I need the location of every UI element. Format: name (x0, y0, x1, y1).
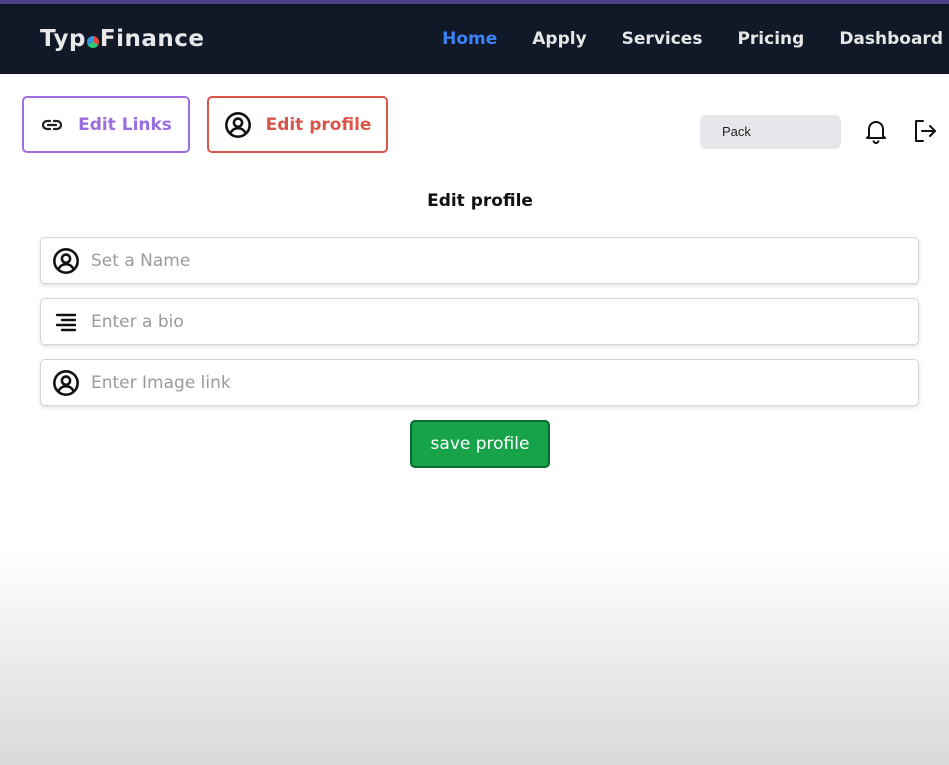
edit-links-button[interactable]: Edit Links (22, 96, 190, 153)
nav-dashboard[interactable]: Dashboard (839, 29, 943, 49)
link-icon (40, 113, 64, 137)
main-nav: Home Apply Services Pricing Dashboard (407, 29, 949, 49)
top-navbar: Typ Finance Home Apply Services Pricing … (0, 0, 949, 74)
name-input[interactable] (91, 250, 918, 271)
pack-badge[interactable]: Pack (700, 115, 841, 149)
user-circle-icon (41, 247, 91, 275)
bell-icon[interactable] (864, 118, 888, 149)
edit-profile-label: Edit profile (265, 114, 372, 135)
user-circle-icon (41, 369, 91, 397)
nav-home[interactable]: Home (442, 29, 497, 49)
bio-field[interactable] (40, 298, 919, 345)
logo-pie-icon (86, 36, 99, 48)
user-circle-icon (224, 111, 252, 139)
edit-links-label: Edit Links (78, 114, 172, 135)
nav-pricing[interactable]: Pricing (737, 29, 804, 49)
logout-icon[interactable] (913, 118, 937, 149)
nav-services[interactable]: Services (622, 29, 703, 49)
logo-text-left: Typ (40, 26, 86, 52)
save-profile-button[interactable]: save profile (410, 420, 550, 468)
logo[interactable]: Typ Finance (40, 26, 205, 52)
form-title: Edit profile (427, 191, 533, 211)
edit-profile-button[interactable]: Edit profile (207, 96, 388, 153)
image-link-input[interactable] (91, 372, 918, 393)
image-link-field[interactable] (40, 359, 919, 406)
logo-text-right: Finance (99, 26, 205, 52)
align-right-icon (41, 312, 91, 332)
nav-apply[interactable]: Apply (532, 29, 586, 49)
bio-input[interactable] (91, 311, 918, 332)
name-field[interactable] (40, 237, 919, 284)
